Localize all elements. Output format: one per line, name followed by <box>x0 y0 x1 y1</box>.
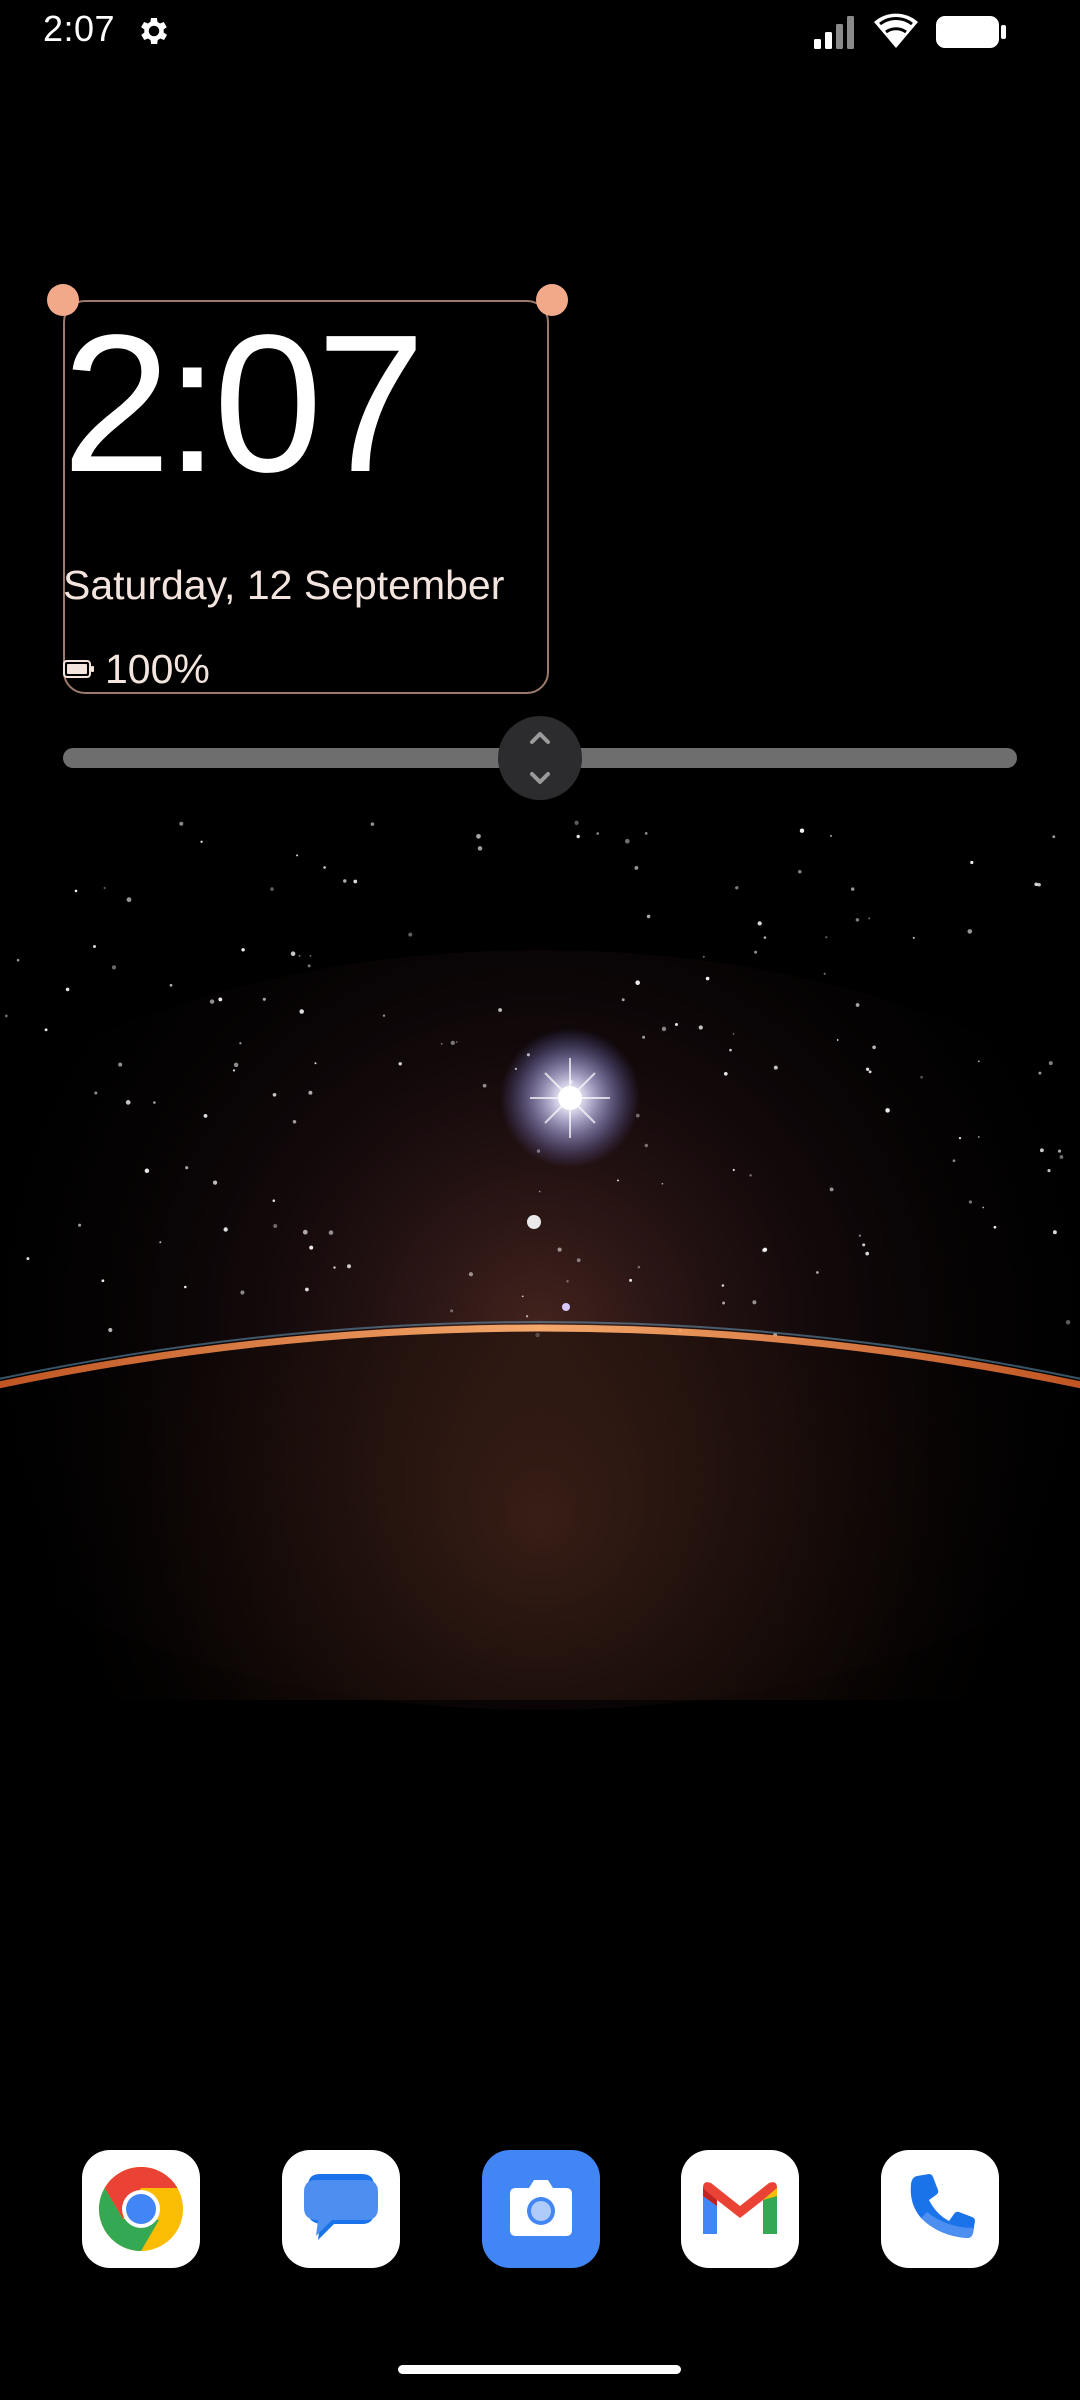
phone-icon <box>910 2174 975 2238</box>
home-indicator[interactable] <box>398 2365 681 2374</box>
chrome-icon <box>98 2167 183 2251</box>
dock-app-camera[interactable] <box>482 2150 600 2268</box>
dock-app-messages[interactable] <box>282 2150 400 2268</box>
battery-full-icon <box>936 16 1006 48</box>
widget-battery: 100% <box>63 644 210 694</box>
dock-app-chrome[interactable] <box>82 2150 200 2268</box>
app-dock <box>0 2150 1080 2268</box>
widget-time: 2:07 <box>62 294 425 513</box>
resize-handle-top-right[interactable] <box>536 284 568 316</box>
widget-date: Saturday, 12 September <box>63 562 505 608</box>
gmail-icon <box>703 2182 777 2234</box>
dock-app-phone[interactable] <box>881 2150 999 2268</box>
cellular-signal-icon <box>814 16 854 49</box>
expand-collapse-icon <box>530 732 550 784</box>
status-time: 2:07 <box>43 8 116 49</box>
battery-icon <box>63 660 94 678</box>
wifi-icon <box>874 13 918 48</box>
messages-icon <box>304 2174 378 2240</box>
dock-app-gmail[interactable] <box>681 2150 799 2268</box>
battery-level: 100% <box>105 645 210 692</box>
resize-handle-top-left[interactable] <box>47 284 79 316</box>
camera-icon <box>510 2180 572 2236</box>
gear-icon <box>141 17 168 45</box>
widget-resize-handle[interactable] <box>498 716 582 800</box>
status-bar: 2:07 <box>0 0 1080 62</box>
